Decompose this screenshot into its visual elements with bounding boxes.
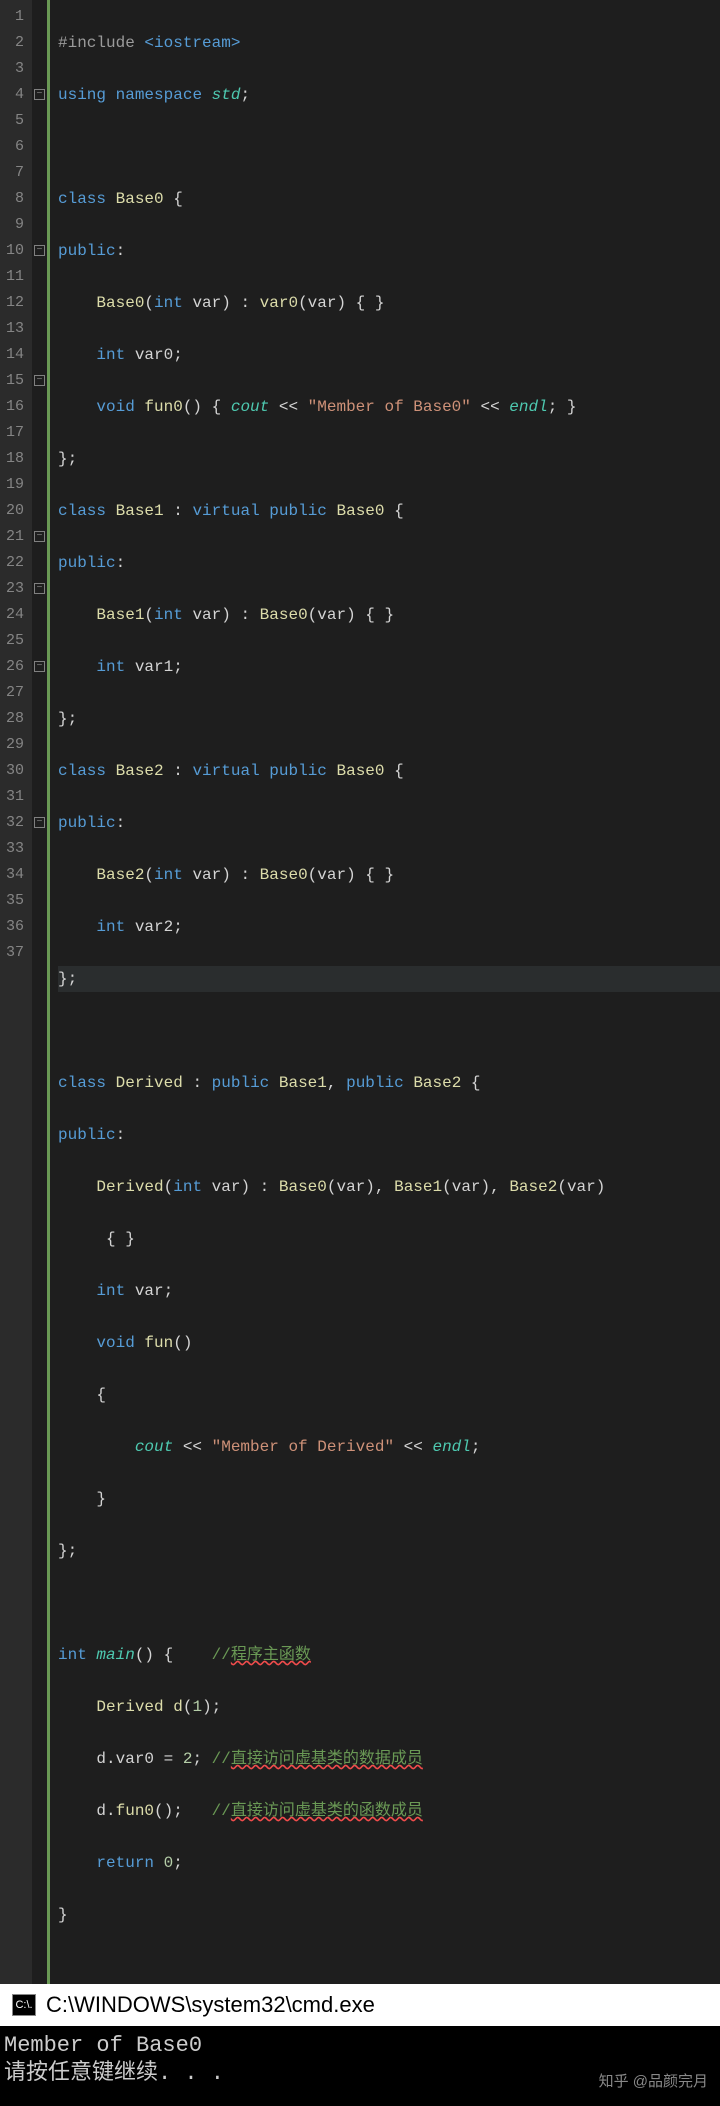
code-line: public: xyxy=(58,550,720,576)
line-number: 4 xyxy=(4,82,24,108)
code-line: int main() { //程序主函数 xyxy=(58,1642,720,1668)
code-line: Base2(int var) : Base0(var) { } xyxy=(58,862,720,888)
line-number: 16 xyxy=(4,394,24,420)
line-number: 32 xyxy=(4,810,24,836)
console-output: Member of Base0 请按任意键继续. . . 知乎 @品颜完月 xyxy=(0,2026,720,2106)
code-line: }; xyxy=(58,706,720,732)
line-number: 33 xyxy=(4,836,24,862)
code-line: public: xyxy=(58,1122,720,1148)
code-area[interactable]: #include <iostream> using namespace std;… xyxy=(50,0,720,1984)
code-line: class Derived : public Base1, public Bas… xyxy=(58,1070,720,1096)
line-number: 6 xyxy=(4,134,24,160)
code-line: int var1; xyxy=(58,654,720,680)
line-number: 31 xyxy=(4,784,24,810)
line-number: 8 xyxy=(4,186,24,212)
fold-column: − − − − − − − xyxy=(32,0,50,1984)
fold-toggle-icon[interactable]: − xyxy=(34,661,45,672)
code-line: } xyxy=(58,1902,720,1928)
line-number: 20 xyxy=(4,498,24,524)
code-line: Derived d(1); xyxy=(58,1694,720,1720)
zhihu-watermark: 知乎 @品颜完月 xyxy=(599,2068,708,2096)
code-line: d.fun0(); //直接访问虚基类的函数成员 xyxy=(58,1798,720,1824)
line-number: 12 xyxy=(4,290,24,316)
line-number: 35 xyxy=(4,888,24,914)
code-line: { } xyxy=(58,1226,720,1252)
console-line: Member of Base0 xyxy=(4,2032,716,2060)
code-line: void fun0() { cout << "Member of Base0" … xyxy=(58,394,720,420)
code-line: }; xyxy=(58,446,720,472)
line-number: 15 xyxy=(4,368,24,394)
line-number: 36 xyxy=(4,914,24,940)
line-number: 13 xyxy=(4,316,24,342)
line-number: 37 xyxy=(4,940,24,966)
code-line: }; xyxy=(58,1538,720,1564)
line-number: 7 xyxy=(4,160,24,186)
line-number: 24 xyxy=(4,602,24,628)
code-editor: 1234567891011121314151617181920212223242… xyxy=(0,0,720,1984)
code-line: d.var0 = 2; //直接访问虚基类的数据成员 xyxy=(58,1746,720,1772)
code-line: int var; xyxy=(58,1278,720,1304)
line-number: 23 xyxy=(4,576,24,602)
line-number-gutter: 1234567891011121314151617181920212223242… xyxy=(0,0,32,1984)
line-number: 21 xyxy=(4,524,24,550)
cmd-title-text: C:\WINDOWS\system32\cmd.exe xyxy=(46,1992,375,2018)
fold-toggle-icon[interactable]: − xyxy=(34,245,45,256)
line-number: 17 xyxy=(4,420,24,446)
code-line: }; xyxy=(58,966,720,992)
code-line: public: xyxy=(58,810,720,836)
line-number: 2 xyxy=(4,30,24,56)
fold-toggle-icon[interactable]: − xyxy=(34,89,45,100)
line-number: 14 xyxy=(4,342,24,368)
line-number: 9 xyxy=(4,212,24,238)
line-number: 19 xyxy=(4,472,24,498)
code-line: class Base1 : virtual public Base0 { xyxy=(58,498,720,524)
line-number: 11 xyxy=(4,264,24,290)
cmd-titlebar: C:\. C:\WINDOWS\system32\cmd.exe xyxy=(0,1984,720,2026)
code-line: Base1(int var) : Base0(var) { } xyxy=(58,602,720,628)
line-number: 1 xyxy=(4,4,24,30)
code-line: Derived(int var) : Base0(var), Base1(var… xyxy=(58,1174,720,1200)
code-line: return 0; xyxy=(58,1850,720,1876)
line-number: 5 xyxy=(4,108,24,134)
code-line: class Base0 { xyxy=(58,186,720,212)
fold-toggle-icon[interactable]: − xyxy=(34,817,45,828)
line-number: 30 xyxy=(4,758,24,784)
code-line: public: xyxy=(58,238,720,264)
line-number: 34 xyxy=(4,862,24,888)
line-number: 18 xyxy=(4,446,24,472)
fold-toggle-icon[interactable]: − xyxy=(34,531,45,542)
code-line: cout << "Member of Derived" << endl; xyxy=(58,1434,720,1460)
code-line: } xyxy=(58,1486,720,1512)
code-line: Base0(int var) : var0(var) { } xyxy=(58,290,720,316)
code-line: { xyxy=(58,1382,720,1408)
code-line: #include <iostream> xyxy=(58,30,720,56)
code-line xyxy=(58,1590,720,1616)
line-number: 3 xyxy=(4,56,24,82)
line-number: 29 xyxy=(4,732,24,758)
fold-toggle-icon[interactable]: − xyxy=(34,375,45,386)
code-line: class Base2 : virtual public Base0 { xyxy=(58,758,720,784)
line-number: 28 xyxy=(4,706,24,732)
line-number: 25 xyxy=(4,628,24,654)
code-line: void fun() xyxy=(58,1330,720,1356)
cmd-icon: C:\. xyxy=(12,1994,36,2016)
line-number: 27 xyxy=(4,680,24,706)
code-line: using namespace std; xyxy=(58,82,720,108)
line-number: 22 xyxy=(4,550,24,576)
code-line: int var0; xyxy=(58,342,720,368)
line-number: 10 xyxy=(4,238,24,264)
fold-toggle-icon[interactable]: − xyxy=(34,583,45,594)
code-line xyxy=(58,134,720,160)
code-line: int var2; xyxy=(58,914,720,940)
line-number: 26 xyxy=(4,654,24,680)
code-line xyxy=(58,1018,720,1044)
